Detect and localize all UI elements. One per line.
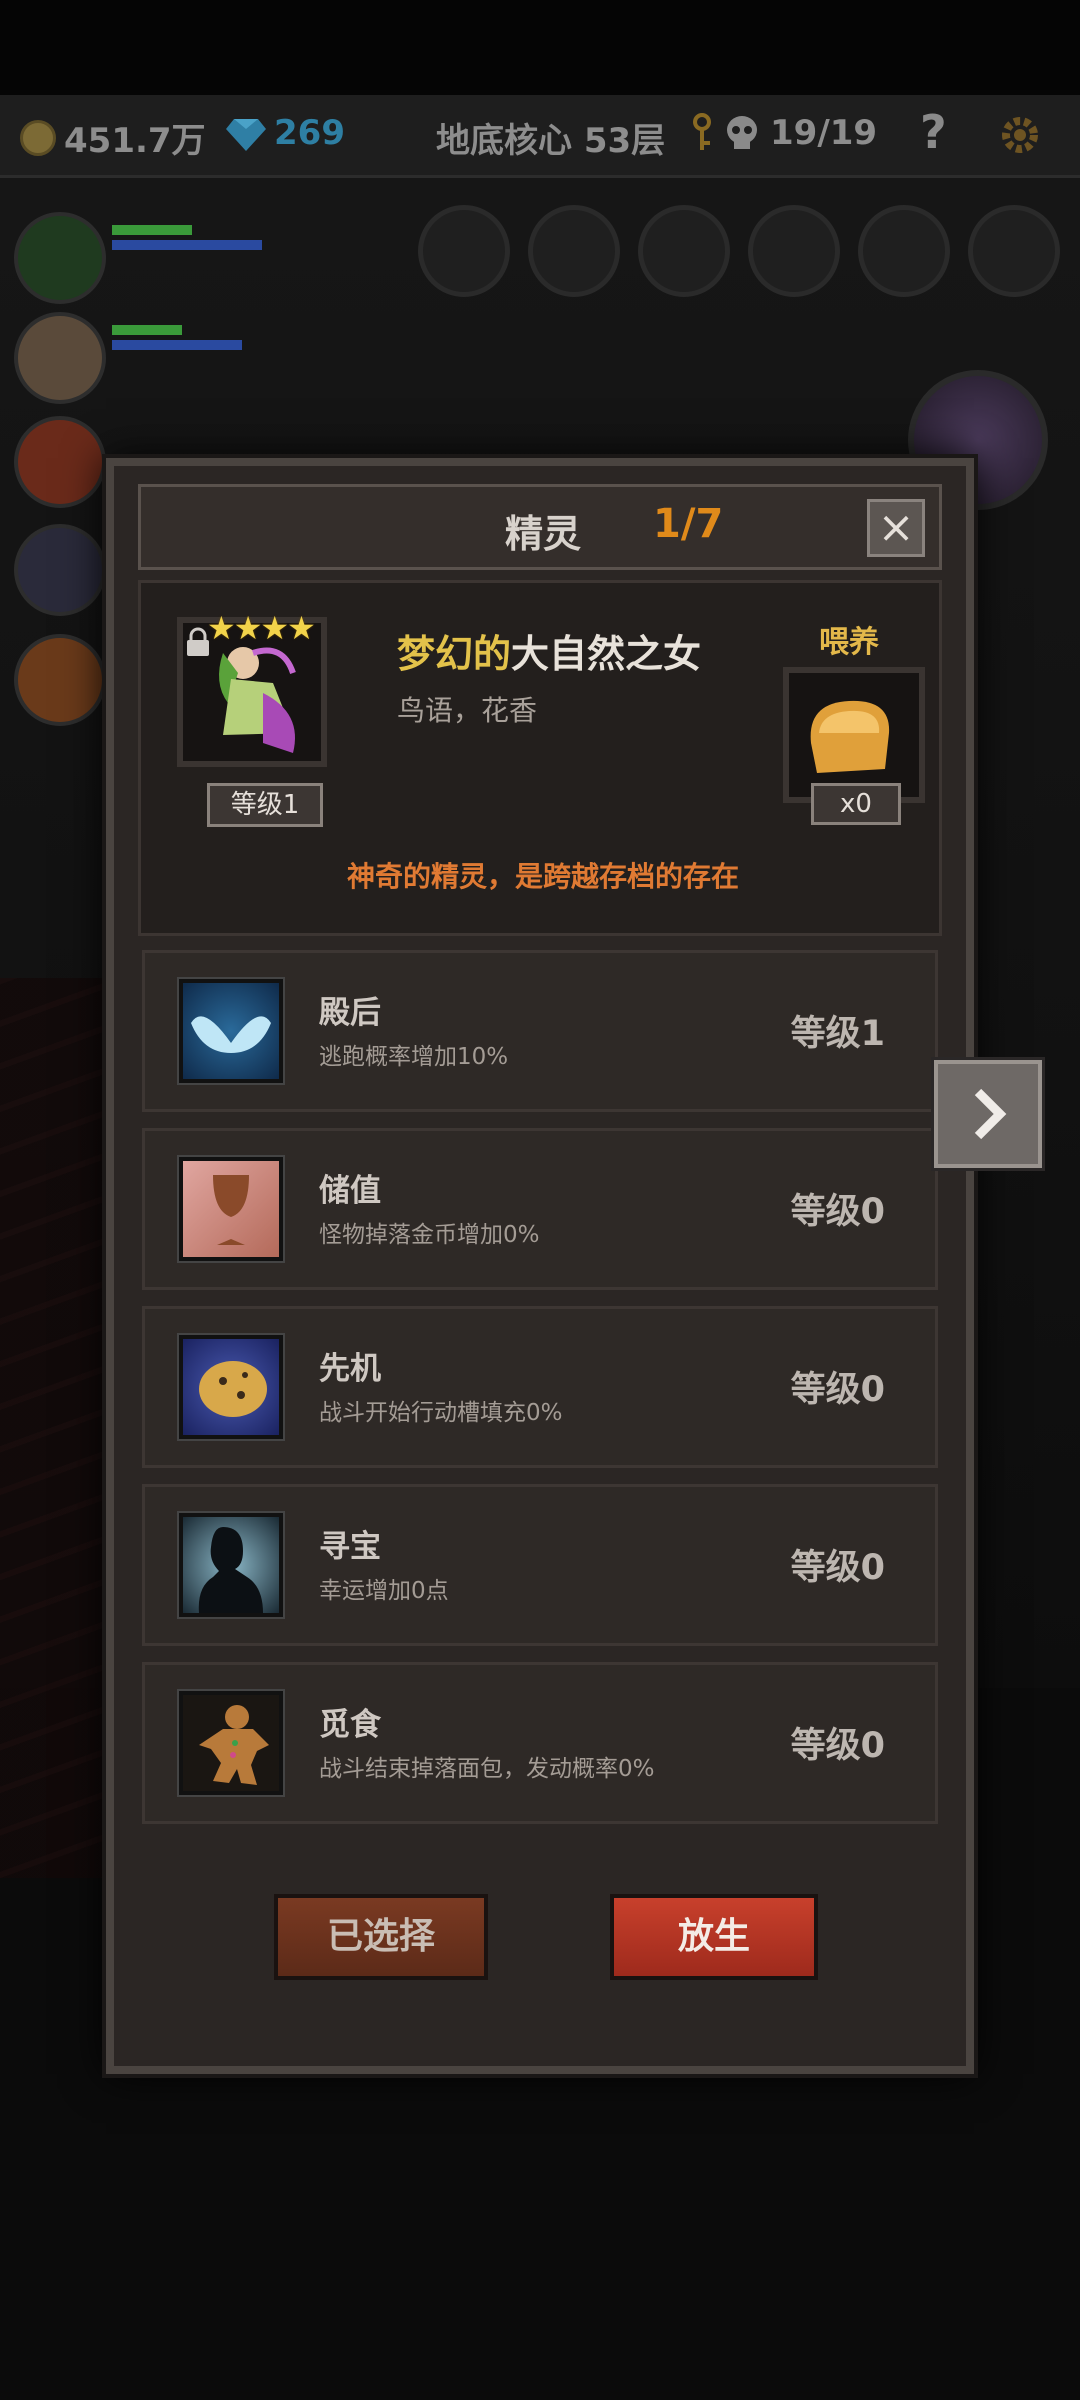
skill-level: 等级0 (790, 1726, 885, 1766)
close-icon: × (877, 502, 915, 553)
gem-value: 269 (274, 113, 345, 153)
status-bar-area (0, 0, 1080, 95)
cave-wall-texture (0, 978, 110, 1878)
spirit-dialog: 精灵 1/7 × ★★★★ 等级1 梦幻的大自然之女 鸟语，花香 喂养 x0 神… (106, 458, 974, 2074)
star-rating: ★★★★ (207, 609, 316, 647)
spirit-subtitle: 鸟语，花香 (397, 694, 538, 727)
skull-icon (727, 116, 757, 149)
spirit-name-prefix: 梦幻的 (397, 632, 512, 676)
hero-slot-5[interactable] (14, 634, 106, 726)
skill-row[interactable]: 殿后 逃跑概率增加10% 等级1 (142, 950, 938, 1112)
skill-desc: 战斗开始行动槽填充0% (319, 1400, 563, 1426)
silhouette-icon (177, 1511, 285, 1619)
skill-desc: 逃跑概率增加10% (319, 1044, 509, 1070)
item-slot-bell[interactable] (968, 205, 1060, 297)
skill-row[interactable]: 觅食 战斗结束掉落面包，发动概率0% 等级0 (142, 1662, 938, 1824)
location-label: 地底核心 53层 (436, 121, 666, 161)
page-indicator: 1/7 (653, 501, 724, 547)
spirit-info-panel: ★★★★ 等级1 梦幻的大自然之女 鸟语，花香 喂养 x0 神奇的精灵，是跨越存… (138, 580, 942, 936)
item-slot-feather[interactable] (528, 205, 620, 297)
selected-button[interactable]: 已选择 (274, 1894, 488, 1980)
dialog-header: 精灵 1/7 × (138, 484, 942, 570)
floor-location: 地底核心 53层 (436, 113, 665, 162)
item-slot-coffin[interactable] (748, 205, 840, 297)
item-slot-scroll[interactable] (638, 205, 730, 297)
spirit-name: 梦幻的大自然之女 (397, 623, 701, 678)
hero-slot-2[interactable] (14, 312, 106, 404)
skill-name: 寻宝 (319, 1529, 381, 1565)
item-slot-map[interactable] (858, 205, 950, 297)
skill-name: 觅食 (319, 1707, 381, 1743)
next-page-button[interactable] (934, 1060, 1042, 1168)
kill-counter: 19/19 (690, 113, 877, 153)
skill-desc: 战斗结束掉落面包，发动概率0% (319, 1756, 655, 1782)
spirit-name-rest: 大自然之女 (511, 632, 702, 676)
gem-counter: 269 (226, 113, 345, 153)
goblet-icon (177, 1155, 285, 1263)
gingerbread-icon (177, 1689, 285, 1797)
feed-label: 喂养 (819, 625, 879, 660)
key-icon (693, 113, 711, 150)
hero-bars-2 (112, 325, 312, 355)
help-icon: ? (920, 105, 947, 159)
spirit-description: 神奇的精灵，是跨越存档的存在 (346, 860, 739, 893)
skill-name: 储值 (319, 1173, 381, 1209)
skill-name: 先机 (319, 1351, 381, 1387)
settings-gear-icon[interactable] (996, 111, 1044, 159)
hero-bars-1 (112, 225, 312, 255)
coin-counter: 451.7万 (20, 113, 206, 162)
leopard-icon (177, 1333, 285, 1441)
hero-slot-3[interactable] (14, 416, 106, 508)
chevron-right-icon (974, 1088, 1007, 1140)
coin-icon (20, 119, 56, 156)
coin-value: 451.7万 (64, 121, 206, 161)
skill-row[interactable]: 储值 怪物掉落金币增加0% 等级0 (142, 1128, 938, 1290)
dialog-title: 精灵 (505, 512, 582, 556)
bread-icon (810, 700, 890, 773)
item-slot-pumpkin[interactable] (418, 205, 510, 297)
spirit-level-tag: 等级1 (207, 783, 323, 827)
help-button[interactable]: ? (920, 105, 947, 159)
diamond-icon (226, 119, 266, 151)
skill-level: 等级1 (790, 1014, 885, 1054)
top-resource-bar: 451.7万 269 地底核心 53层 19/19 ? (0, 95, 1080, 178)
skill-level: 等级0 (790, 1192, 885, 1232)
skill-desc: 怪物掉落金币增加0% (319, 1222, 540, 1248)
wings-icon (177, 977, 285, 1085)
skill-desc: 幸运增加0点 (319, 1578, 449, 1604)
feed-count: x0 (811, 783, 901, 825)
skill-row[interactable]: 先机 战斗开始行动槽填充0% 等级0 (142, 1306, 938, 1468)
hero-slot-1[interactable] (14, 212, 106, 304)
skill-level: 等级0 (790, 1370, 885, 1410)
close-button[interactable]: × (867, 499, 925, 557)
skill-level: 等级0 (790, 1548, 885, 1588)
hero-slot-4[interactable] (14, 524, 106, 616)
kill-value: 19/19 (770, 113, 878, 153)
skill-name: 殿后 (319, 995, 381, 1031)
skill-row[interactable]: 寻宝 幸运增加0点 等级0 (142, 1484, 938, 1646)
release-button[interactable]: 放生 (610, 1894, 818, 1980)
